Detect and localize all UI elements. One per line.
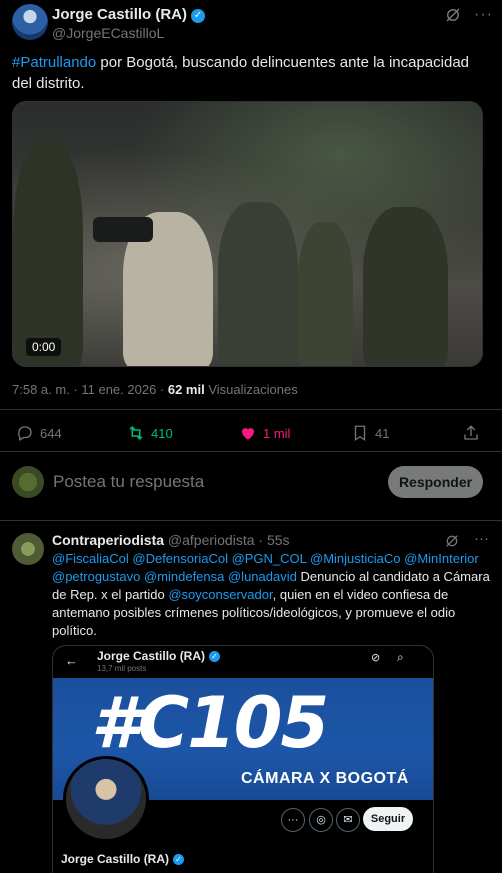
grok-image-icon: ◎	[309, 808, 333, 832]
verified-icon: ✓	[173, 854, 185, 865]
embed-profile-avatar	[63, 756, 149, 842]
grok-icon[interactable]	[444, 533, 460, 549]
more-options-icon[interactable]: ···	[474, 6, 493, 24]
hashtag-link[interactable]: #Patrullando	[12, 54, 96, 71]
author-name-row[interactable]: Jorge Castillo (RA) ✓	[52, 6, 206, 23]
reply-author-name[interactable]: Contraperiodista	[52, 532, 164, 548]
grok-icon: ⊘	[371, 652, 381, 664]
reply-author-avatar[interactable]	[12, 533, 44, 565]
reply-input[interactable]: Postea tu respuesta	[53, 472, 204, 492]
composer-avatar	[12, 466, 44, 498]
embed-bottom-name: Jorge Castillo (RA)	[61, 852, 170, 866]
more-options-icon: ···	[281, 808, 305, 832]
heart-icon	[242, 428, 254, 440]
verified-icon: ✓	[209, 651, 221, 662]
author-handle[interactable]: @JorgeECastilloL	[52, 25, 164, 41]
tweet-time[interactable]: 7:58 a. m. · 11 ene. 2026 ·	[12, 382, 168, 397]
reply-count: 644	[40, 425, 62, 441]
tweet-text: #Patrullando por Bogotá, buscando delinc…	[12, 52, 482, 94]
video-timecode: 0:00	[26, 338, 62, 356]
divider	[0, 520, 502, 521]
reply-mention-party[interactable]: @soyconservador	[168, 587, 272, 602]
reply-button[interactable]: Responder	[388, 466, 483, 498]
reply-header: Contraperiodista @afperiodista · 55s	[52, 532, 290, 548]
video-car	[93, 217, 153, 242]
reply-text: @FiscaliaCol @DefensoriaCol @PGN_COL @Mi…	[52, 550, 490, 640]
reply-icon	[18, 426, 32, 441]
video-figure	[13, 142, 83, 366]
banner-title: #C105	[91, 682, 329, 764]
tweet-meta: 7:58 a. m. · 11 ene. 2026 · 62 mil Visua…	[12, 382, 298, 397]
repost-icon	[129, 425, 143, 441]
views-label: Visualizaciones	[204, 382, 298, 397]
repost-action[interactable]: 410	[127, 424, 173, 442]
more-options-icon[interactable]: ···	[474, 530, 489, 547]
share-action[interactable]	[462, 424, 480, 442]
bookmark-count: 41	[375, 425, 390, 441]
repost-count: 410	[151, 425, 173, 441]
bookmark-action[interactable]: 41	[351, 424, 389, 442]
banner-subtitle: CÁMARA X BOGOTÁ	[241, 770, 409, 787]
like-count: 1 mil	[263, 425, 291, 441]
back-arrow-icon: ←	[65, 653, 78, 668]
embed-posts-count: 13,7 mil posts	[97, 664, 147, 673]
author-avatar[interactable]	[12, 4, 48, 40]
bookmark-icon	[354, 425, 366, 442]
verified-icon: ✓	[191, 9, 206, 23]
video-figure	[218, 202, 298, 366]
share-icon	[464, 425, 478, 440]
divider	[0, 409, 502, 410]
search-icon: ⌕	[397, 650, 404, 664]
views-count: 62 mil	[167, 382, 205, 397]
video-figure	[298, 222, 353, 366]
like-action[interactable]: 1 mil	[239, 424, 290, 442]
reply-action[interactable]: 644	[16, 424, 62, 442]
follow-button: Seguir	[363, 807, 413, 831]
divider	[0, 451, 502, 452]
author-name[interactable]: Jorge Castillo (RA)	[52, 6, 187, 23]
embedded-image[interactable]: ← Jorge Castillo (RA) ✓ 13,7 mil posts ⊘ …	[52, 645, 434, 873]
video-figure	[363, 207, 448, 366]
reply-time[interactable]: · 55s	[255, 532, 289, 548]
embed-profile-name-row: Jorge Castillo (RA) ✓	[97, 649, 221, 663]
grok-icon[interactable]	[444, 6, 462, 24]
message-icon: ✉	[336, 808, 360, 832]
embed-profile-name: Jorge Castillo (RA)	[97, 649, 206, 663]
video-player[interactable]	[12, 101, 483, 367]
embed-bottom-name-row: Jorge Castillo (RA) ✓	[61, 852, 185, 866]
reply-author-handle[interactable]: @afperiodista	[168, 532, 255, 548]
